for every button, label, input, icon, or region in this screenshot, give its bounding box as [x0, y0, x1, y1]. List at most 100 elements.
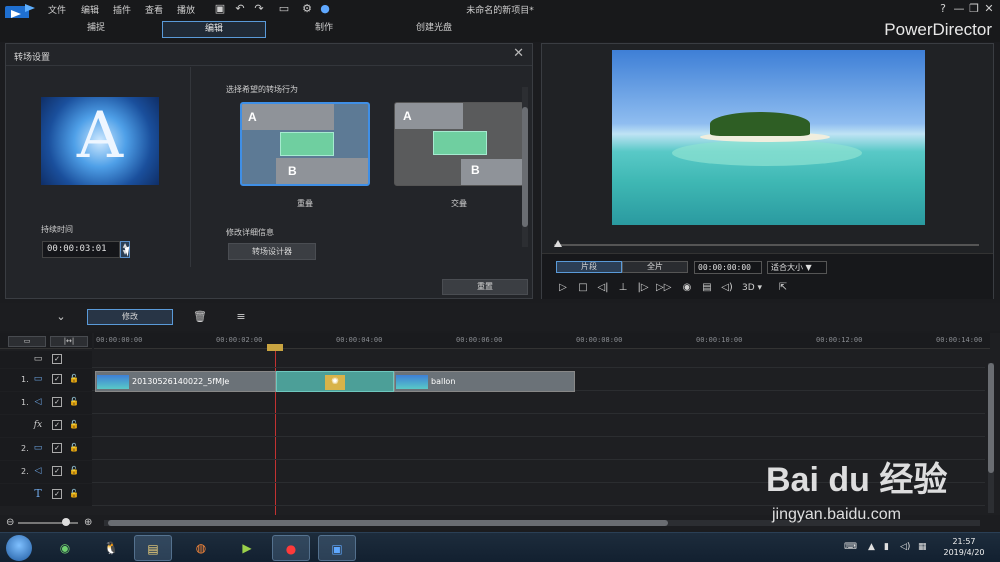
zoom-in-icon[interactable]: ⊕ [84, 517, 92, 528]
preview-timecode[interactable]: 00:00:00:00 [694, 261, 762, 274]
snapshot-icon[interactable]: ◉ [680, 281, 694, 295]
minimize-icon[interactable]: — [952, 2, 966, 16]
duration-label: 持续时间 [41, 225, 73, 234]
scrollbar-thumb[interactable] [522, 107, 528, 227]
volume-tray-icon[interactable]: ◁) [900, 542, 910, 552]
restore-icon[interactable]: ❐ [967, 2, 981, 16]
app-explorer-icon[interactable]: ▤ [134, 535, 172, 561]
fit-timeline-icon[interactable]: |↔| [50, 336, 88, 347]
tray-expand-icon[interactable]: ▲ [868, 542, 875, 552]
option-cross[interactable]: A B [394, 102, 524, 186]
reset-button[interactable]: 重置 [442, 279, 528, 295]
clock[interactable]: 21:57 2019/4/20 [936, 536, 992, 558]
track-row: T ✓ 🔓 [0, 484, 985, 506]
expand-icon[interactable]: ⌄ [53, 309, 69, 325]
clip-label: 20130526140022_5fMJe [132, 377, 230, 386]
track-enable-checkbox[interactable]: ✓ [52, 443, 62, 453]
clip-mode-button[interactable]: 片段 [556, 261, 622, 273]
stop-icon[interactable]: □ [576, 281, 590, 295]
transition-thumbnail: A [41, 97, 159, 185]
tab-produce[interactable]: 制作 [272, 21, 376, 38]
transition-designer-button[interactable]: 转场设计器 [228, 243, 316, 260]
app-recorder-icon[interactable]: ● [272, 535, 310, 561]
3d-icon[interactable]: 3D ▾ [742, 281, 762, 295]
option-cross-label: 交叠 [451, 199, 467, 208]
timeline-vertical-scrollbar[interactable] [988, 363, 994, 513]
seek-knob-icon[interactable] [554, 240, 562, 247]
lock-icon[interactable]: 🔓 [69, 442, 79, 454]
subtitle-icon[interactable]: ▤ [700, 281, 714, 295]
volume-icon[interactable]: ◁) [720, 281, 734, 295]
lock-icon[interactable]: 🔓 [69, 373, 79, 385]
island [710, 112, 810, 136]
track-enable-checkbox[interactable]: ✓ [52, 354, 62, 364]
prev-frame-icon[interactable]: ◁| [596, 281, 610, 295]
app-video-icon[interactable]: ▶ [228, 535, 266, 561]
track-header: 1. ◁ ✓ 🔓 [0, 392, 92, 414]
preview-seek-slider[interactable] [554, 244, 979, 246]
close-icon[interactable]: ✕ [513, 46, 524, 61]
more-tools-icon[interactable]: ≡ [233, 309, 249, 325]
track-manager-icon[interactable]: ▭ [8, 336, 46, 347]
app-firefox-icon[interactable]: ◍ [182, 535, 220, 561]
tab-capture[interactable]: 捕捉 [36, 21, 156, 38]
lock-icon[interactable]: 🔓 [69, 396, 79, 408]
keyboard-icon[interactable]: ⌨ [844, 542, 857, 552]
scrollbar-thumb[interactable] [988, 363, 994, 473]
timeline-ruler[interactable]: 00:00:00:00 00:00:02:00 00:00:04:00 00:0… [94, 333, 990, 349]
option-overlap[interactable]: A B [240, 102, 370, 186]
track-number: 1. [21, 375, 29, 384]
track-header: 2. ▭ ✓ 🔓 [0, 438, 92, 460]
lock-icon[interactable]: 🔓 [69, 419, 79, 431]
ruler-label: 00:00:02:00 [216, 336, 263, 344]
thumbnail-letter: A [76, 99, 124, 173]
app-qq-icon[interactable]: 🐧 [92, 535, 130, 561]
close-window-icon[interactable]: ✕ [982, 2, 996, 16]
help-icon[interactable]: ? [936, 2, 950, 16]
transition-clip[interactable]: ✺ [276, 371, 394, 392]
track-enable-checkbox[interactable]: ✓ [52, 374, 62, 384]
lock-icon[interactable]: 🔓 [69, 488, 79, 500]
clip-a-label: A [248, 110, 257, 124]
play-icon[interactable]: ▷ [556, 281, 570, 295]
options-vertical-scrollbar[interactable] [522, 87, 528, 247]
app-powerdirector-icon[interactable]: ▣ [318, 535, 356, 561]
track-row: 2. ◁ ✓ 🔓 [0, 461, 985, 483]
behavior-label: 选择希望的转场行为 [226, 85, 298, 94]
video-clip[interactable]: ballon [394, 371, 575, 392]
modify-details-label: 修改详细信息 [226, 228, 274, 237]
clip-b-label: B [471, 163, 480, 177]
tab-edit[interactable]: 编辑 [162, 21, 266, 38]
zoom-knob[interactable] [62, 518, 70, 526]
app-360-icon[interactable]: ◉ [46, 535, 84, 561]
battery-icon[interactable]: ▮ [884, 542, 889, 552]
track-enable-checkbox[interactable]: ✓ [52, 397, 62, 407]
network-icon[interactable]: ▦ [918, 542, 927, 552]
lock-icon[interactable]: 🔓 [69, 465, 79, 477]
track-enable-checkbox[interactable]: ✓ [52, 466, 62, 476]
track-enable-checkbox[interactable]: ✓ [52, 489, 62, 499]
track-row: fx ✓ 🔓 [0, 415, 985, 437]
start-button-icon[interactable] [6, 535, 32, 561]
next-frame-icon[interactable]: |▷ [636, 281, 650, 295]
timeline-horizontal-scrollbar[interactable] [104, 520, 980, 526]
tab-create-disc[interactable]: 创建光盘 [382, 21, 486, 38]
duration-input[interactable]: 00:00:03:01 [42, 241, 120, 258]
track-enable-checkbox[interactable]: ✓ [52, 420, 62, 430]
track-row: ▭ ✓ [0, 351, 985, 368]
undock-icon[interactable]: ⇱ [776, 281, 790, 295]
split-icon[interactable]: ⊥ [616, 281, 630, 295]
track-number: 1. [21, 398, 29, 407]
clock-time: 21:57 [952, 537, 976, 546]
playhead-icon[interactable] [267, 344, 283, 351]
fast-forward-icon[interactable]: ▷▷ [656, 281, 671, 295]
zoom-out-icon[interactable]: ⊖ [6, 517, 14, 528]
delete-icon[interactable]: 🗑 [192, 309, 208, 325]
clip-label: ballon [431, 377, 456, 386]
modify-button[interactable]: 修改 [87, 309, 173, 325]
fit-size-select[interactable]: 适合大小 ▼ [767, 261, 827, 274]
transition-preview-pane: A 持续时间 00:00:03:01 ▲ ▼ [6, 67, 191, 267]
video-clip[interactable]: 20130526140022_5fMJe [95, 371, 276, 392]
scrollbar-thumb[interactable] [108, 520, 668, 526]
movie-mode-button[interactable]: 全片 [622, 261, 688, 273]
